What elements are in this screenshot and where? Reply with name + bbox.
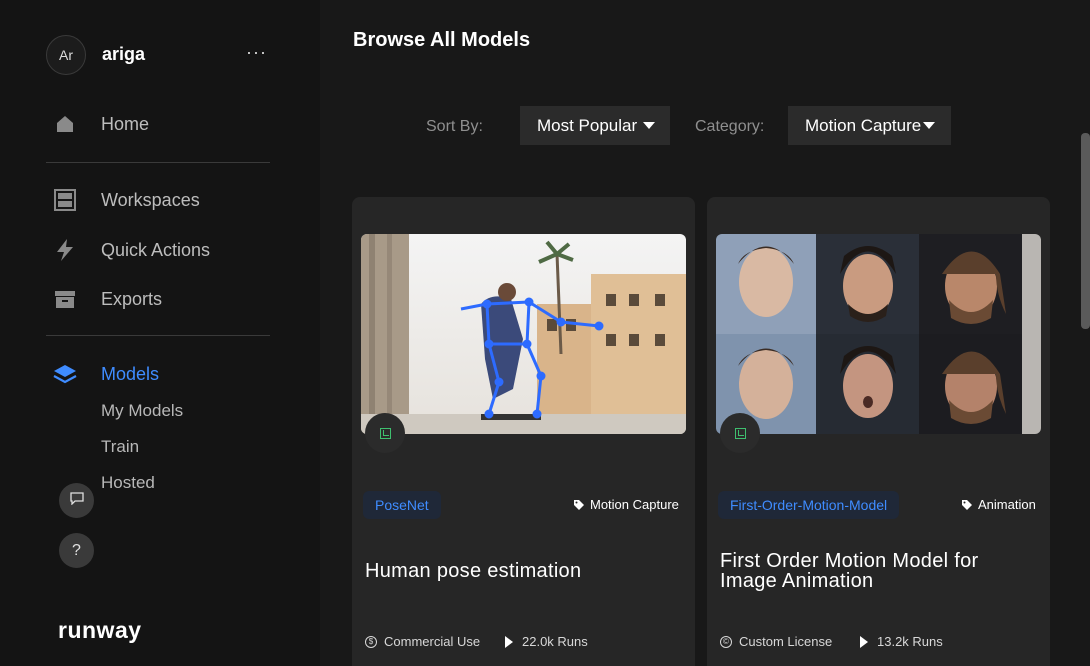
sidebar-item-quick-actions[interactable]: Quick Actions	[52, 235, 210, 265]
sidebar: Ar ariga ··· Home Workspaces Quick Actio…	[0, 0, 320, 666]
dollar-icon: $	[365, 635, 377, 648]
license-label: Custom License	[739, 634, 833, 649]
category-label: Category:	[695, 118, 765, 135]
chevron-down-icon	[923, 122, 936, 129]
card-title-line2[interactable]: Image Animation	[720, 571, 873, 591]
sidebar-item-label: Home	[101, 113, 150, 134]
runs-info: 22.0k Runs	[505, 634, 588, 649]
sidebar-subitem-my-models[interactable]: My Models	[101, 401, 183, 421]
preview-badge[interactable]	[365, 413, 405, 453]
license-icon: ©	[720, 635, 732, 648]
runs-info: 13.2k Runs	[860, 634, 943, 649]
chevron-down-icon	[643, 122, 656, 129]
main-content: Browse All Models Sort By: Most Popular …	[320, 0, 1090, 666]
model-thumbnail[interactable]	[716, 234, 1041, 434]
home-icon	[52, 111, 78, 137]
sidebar-item-home[interactable]: Home	[52, 109, 149, 139]
workspaces-icon	[52, 187, 78, 213]
sidebar-item-label: Quick Actions	[101, 239, 211, 260]
sidebar-item-label: Workspaces	[101, 189, 200, 210]
model-card[interactable]: PoseNet Motion Capture Human pose estima…	[352, 197, 695, 666]
model-card[interactable]: First-Order-Motion-Model Animation First…	[707, 197, 1050, 666]
model-name-tag[interactable]: First-Order-Motion-Model	[718, 491, 900, 519]
tag-icon	[574, 499, 584, 510]
brand-logo[interactable]: runway	[58, 617, 142, 644]
runs-label: 22.0k Runs	[522, 634, 588, 649]
sidebar-subitem-hosted[interactable]: Hosted	[101, 473, 155, 493]
preview-icon	[379, 427, 391, 439]
chat-button[interactable]	[59, 483, 94, 518]
license-label: Commercial Use	[384, 634, 481, 649]
sidebar-item-label: Exports	[101, 288, 163, 309]
tag-icon	[962, 499, 972, 510]
card-title[interactable]: First Order Motion Model for	[720, 551, 978, 571]
lightning-icon	[52, 237, 78, 263]
license-info: © Custom License	[720, 634, 832, 649]
preview-badge[interactable]	[720, 413, 760, 453]
license-info: $ Commercial Use	[365, 634, 480, 649]
sidebar-item-label: Models	[101, 363, 160, 384]
archive-icon	[52, 286, 78, 312]
sidebar-divider	[46, 335, 270, 336]
category-tag-label: Motion Capture	[590, 497, 679, 512]
sidebar-divider	[46, 162, 270, 163]
scrollbar[interactable]	[1081, 133, 1090, 329]
sidebar-item-models[interactable]: Models	[52, 359, 159, 389]
model-thumbnail[interactable]	[361, 234, 686, 434]
username[interactable]: ariga	[102, 44, 145, 65]
avatar[interactable]: Ar	[46, 35, 86, 75]
runs-label: 13.2k Runs	[877, 634, 943, 649]
category-tag: Animation	[962, 497, 1036, 512]
app: Ar ariga ··· Home Workspaces Quick Actio…	[0, 0, 1090, 666]
category-dropdown[interactable]: Motion Capture	[788, 106, 951, 145]
help-icon: ?	[72, 541, 81, 559]
page-title: Browse All Models	[353, 29, 531, 51]
play-icon	[505, 635, 513, 648]
card-title[interactable]: Human pose estimation	[365, 561, 581, 581]
category-value: Motion Capture	[805, 115, 922, 135]
sidebar-subitem-train[interactable]: Train	[101, 437, 139, 457]
sidebar-item-exports[interactable]: Exports	[52, 284, 162, 314]
play-icon	[860, 635, 868, 648]
category-tag-label: Animation	[978, 497, 1036, 512]
sort-value: Most Popular	[537, 115, 638, 135]
chat-icon	[69, 491, 84, 510]
more-options-icon[interactable]: ···	[246, 42, 267, 63]
model-name-tag[interactable]: PoseNet	[363, 491, 441, 519]
sort-label: Sort By:	[426, 118, 483, 135]
category-tag: Motion Capture	[574, 497, 679, 512]
sort-dropdown[interactable]: Most Popular	[520, 106, 670, 145]
layers-icon	[52, 361, 78, 387]
help-button[interactable]: ?	[59, 533, 94, 568]
sidebar-item-workspaces[interactable]: Workspaces	[52, 185, 200, 215]
preview-icon	[734, 427, 746, 439]
